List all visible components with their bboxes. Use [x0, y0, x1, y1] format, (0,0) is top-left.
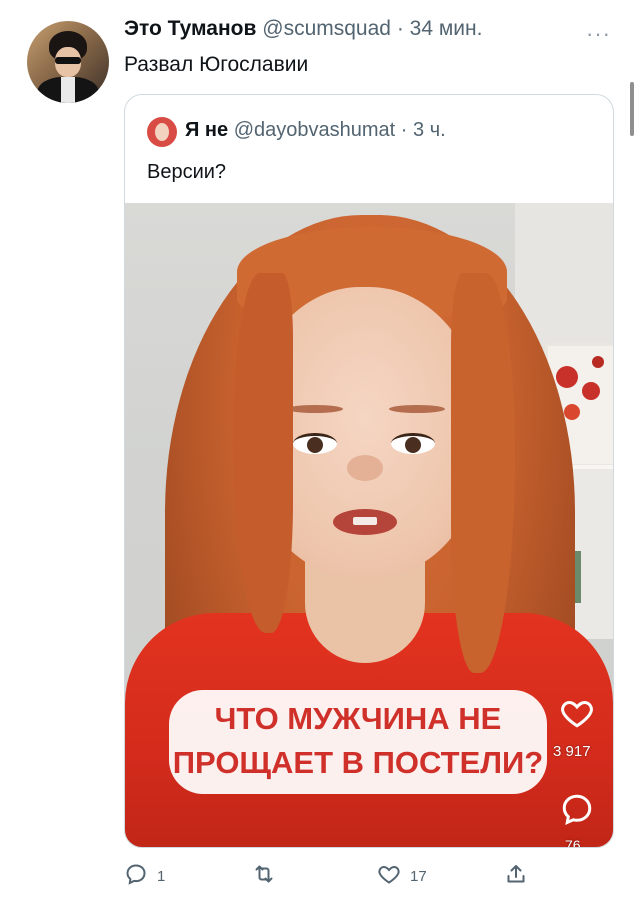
author-handle[interactable]: @scumsquad — [262, 17, 391, 40]
scrollbar[interactable] — [630, 82, 634, 136]
video-like-count: 3 917 — [553, 743, 591, 760]
video-comment-count: 76 — [565, 837, 581, 847]
retweet-icon — [252, 862, 276, 890]
tweet-actions: 1 17 — [124, 862, 624, 892]
more-icon[interactable]: ··· — [586, 21, 611, 47]
quoted-header-separator: · — [400, 119, 408, 141]
caption-line-1: ЧТО МУЖЧИНА НЕ — [214, 701, 502, 736]
heart-icon — [377, 862, 401, 890]
retweet-button[interactable] — [252, 862, 285, 890]
caption-line-2: ПРОЩАЕТ В ПОСТЕЛИ? — [172, 745, 544, 780]
tweet-time[interactable]: 34 мин. — [410, 17, 483, 40]
like-count: 17 — [410, 867, 427, 885]
reply-count: 1 — [157, 867, 166, 885]
quoted-tweet[interactable]: Я не @dayobvashumat · 3 ч. Версии? ЧТО М… — [124, 94, 614, 848]
header-separator: · — [396, 17, 404, 40]
quoted-tweet-header: Я не @dayobvashumat · 3 ч. — [185, 119, 446, 142]
reply-button[interactable]: 1 — [124, 862, 165, 890]
tweet-text: Развал Югославии — [124, 53, 309, 76]
video-comment-icon[interactable] — [559, 791, 595, 827]
author-name[interactable]: Это Туманов — [124, 17, 256, 40]
share-button[interactable] — [504, 862, 528, 890]
share-icon — [504, 862, 528, 890]
quoted-author-avatar — [147, 117, 177, 147]
reply-icon — [124, 862, 148, 890]
quoted-author-handle: @dayobvashumat — [233, 119, 396, 141]
quoted-tweet-time: 3 ч. — [413, 119, 446, 141]
quoted-tweet-text: Версии? — [147, 161, 227, 183]
author-avatar[interactable] — [27, 21, 109, 103]
video-caption: ЧТО МУЖЧИНА НЕ ПРОЩАЕТ В ПОСТЕЛИ? — [169, 690, 547, 794]
video-thumbnail[interactable]: ЧТО МУЖЧИНА НЕ ПРОЩАЕТ В ПОСТЕЛИ? 3 917 … — [125, 203, 613, 847]
video-like-icon[interactable] — [559, 695, 595, 731]
tweet-header: Это Туманов @scumsquad · 34 мин. — [124, 17, 482, 41]
like-button[interactable]: 17 — [377, 862, 427, 890]
quoted-author-name: Я не — [185, 119, 229, 141]
